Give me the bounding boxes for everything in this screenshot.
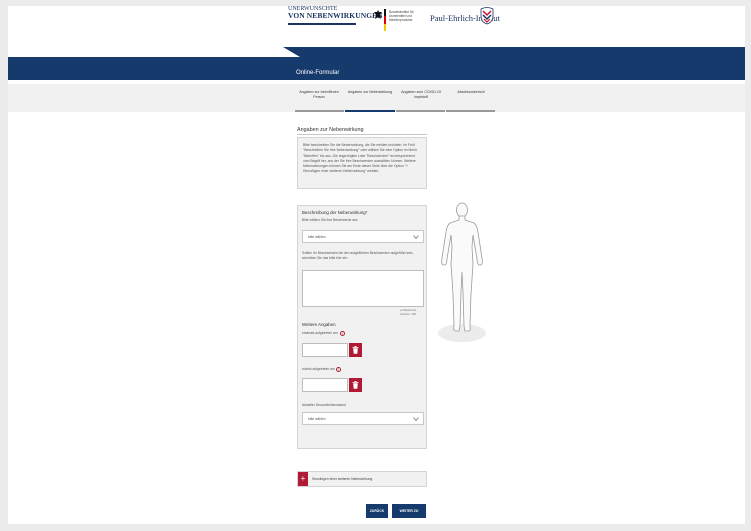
info-icon[interactable]: i	[340, 331, 345, 336]
health-status-label: Aktueller Gesundheitszustand	[302, 403, 346, 407]
back-button[interactable]: ZURÜCK	[366, 504, 388, 518]
step-4-label[interactable]: Abschlussbericht	[449, 90, 493, 95]
uaw-logo-underline	[288, 23, 356, 25]
add-side-effect-label: Hinzufügen einer weiteren Nebenwirkung	[312, 477, 373, 481]
free-text-hint: Sollten Ihr Beschwerden bei den aufgefüh…	[302, 251, 414, 261]
step-4-indicator	[446, 110, 495, 112]
trash-icon	[352, 381, 359, 389]
bmg-logo-text: Bundesinstitut für Arzneimittel und Medi…	[389, 10, 414, 22]
first-occurrence-date-input[interactable]	[302, 343, 348, 357]
page: UNERWÜNSCHTE ARZNEIMITTEL VON NEBENWIRKU…	[8, 6, 745, 524]
chevron-down-icon	[413, 417, 419, 421]
free-text-area[interactable]	[302, 270, 424, 307]
complaint-select[interactable]: bitte wählen	[302, 230, 424, 243]
body-figure-icon[interactable]	[436, 202, 488, 347]
progress-steps: Angaben zur betroffenen Person Angaben z…	[8, 84, 745, 112]
info-box: Bitte beschreiben Sie die Nebenwirkung, …	[297, 137, 427, 189]
uaw-logo-line2: VON NEBENWIRKUNGEN	[288, 11, 383, 20]
chevron-down-icon	[413, 235, 419, 239]
last-occurrence-date-input[interactable]	[302, 378, 348, 392]
step-3-label[interactable]: Angaben zum COVID-19 Impfstoff	[397, 90, 445, 99]
health-status-select[interactable]: bitte wählen	[302, 412, 424, 425]
description-label: Beschreibung der Nebenwirkung*	[302, 210, 368, 215]
step-2-indicator	[345, 110, 395, 112]
uaw-logo[interactable]: UNERWÜNSCHTE ARZNEIMITTEL VON NEBENWIRKU…	[288, 6, 383, 25]
complaint-select-value: bitte wählen	[308, 235, 326, 239]
step-1-indicator	[295, 110, 344, 112]
last-occurrence-calendar-button[interactable]	[349, 378, 362, 392]
german-flag-stripes	[384, 9, 386, 31]
pei-emblem-icon	[480, 7, 494, 25]
side-effect-panel: Beschreibung der Nebenwirkung* Bitte wäh…	[297, 205, 427, 449]
federal-eagle-icon	[374, 10, 382, 19]
section-divider	[297, 134, 427, 135]
char-counter: verbleibende Zeichen: 300	[400, 308, 417, 316]
plus-icon: +	[298, 472, 308, 486]
info-icon[interactable]: i	[336, 367, 341, 372]
section-title: Angaben zur Nebenwirkung	[297, 127, 364, 133]
step-3-indicator	[396, 110, 445, 112]
form-title: Online-Formular	[296, 70, 340, 76]
step-1-label[interactable]: Angaben zur betroffenen Person	[297, 90, 341, 99]
band-notch	[8, 47, 300, 57]
add-side-effect-button[interactable]: + Hinzufügen einer weiteren Nebenwirkung	[297, 471, 427, 487]
next-step-button[interactable]: WEITER ZU SCHRITT 3	[392, 504, 426, 524]
description-hint: Bitte wählen Sie Ihre Beschwerde aus	[302, 218, 358, 222]
trash-icon	[352, 346, 359, 354]
first-occurrence-calendar-button[interactable]	[349, 343, 362, 357]
step-2-label[interactable]: Angaben zur Nebenwirkung	[345, 90, 395, 95]
health-status-select-value: bitte wählen	[308, 417, 326, 421]
first-occurrence-label: erstmals aufgetreten am	[302, 331, 338, 335]
last-occurrence-label: zuletzt aufgetreten am	[302, 367, 335, 371]
more-info-label: Weitere Angaben	[302, 322, 336, 327]
